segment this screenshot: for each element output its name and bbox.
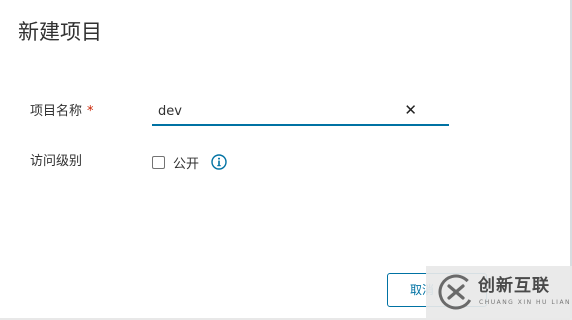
watermark: 创新互联 CHUANG XIN HU LIAN	[426, 266, 572, 320]
watermark-title: 创新互联	[478, 276, 550, 296]
clear-icon[interactable]: ✕	[404, 102, 417, 118]
required-mark: *	[87, 104, 94, 119]
public-checkbox[interactable]	[152, 155, 165, 169]
public-checkbox-group[interactable]: 公开	[152, 152, 227, 172]
access-level-row: 访问级别 公开	[30, 148, 550, 176]
project-name-row: 项目名称 * ✕	[30, 98, 550, 126]
public-checkbox-label[interactable]: 公开	[173, 153, 199, 172]
watermark-subtitle: CHUANG XIN HU LIAN	[479, 299, 572, 306]
project-name-field[interactable]: ✕	[152, 100, 449, 126]
project-name-label-text: 项目名称	[30, 104, 83, 119]
info-icon[interactable]	[211, 154, 227, 170]
project-name-label: 项目名称 *	[30, 102, 94, 122]
access-level-label: 访问级别	[30, 154, 83, 169]
chuangxin-logo-icon	[438, 274, 474, 310]
new-project-dialog: 新建项目 项目名称* ✕ 访问级别 公开 取消 创新互联 CHUANG XIN	[0, 0, 572, 320]
dialog-title: 新建项目	[18, 20, 102, 44]
project-name-input[interactable]	[158, 102, 398, 122]
